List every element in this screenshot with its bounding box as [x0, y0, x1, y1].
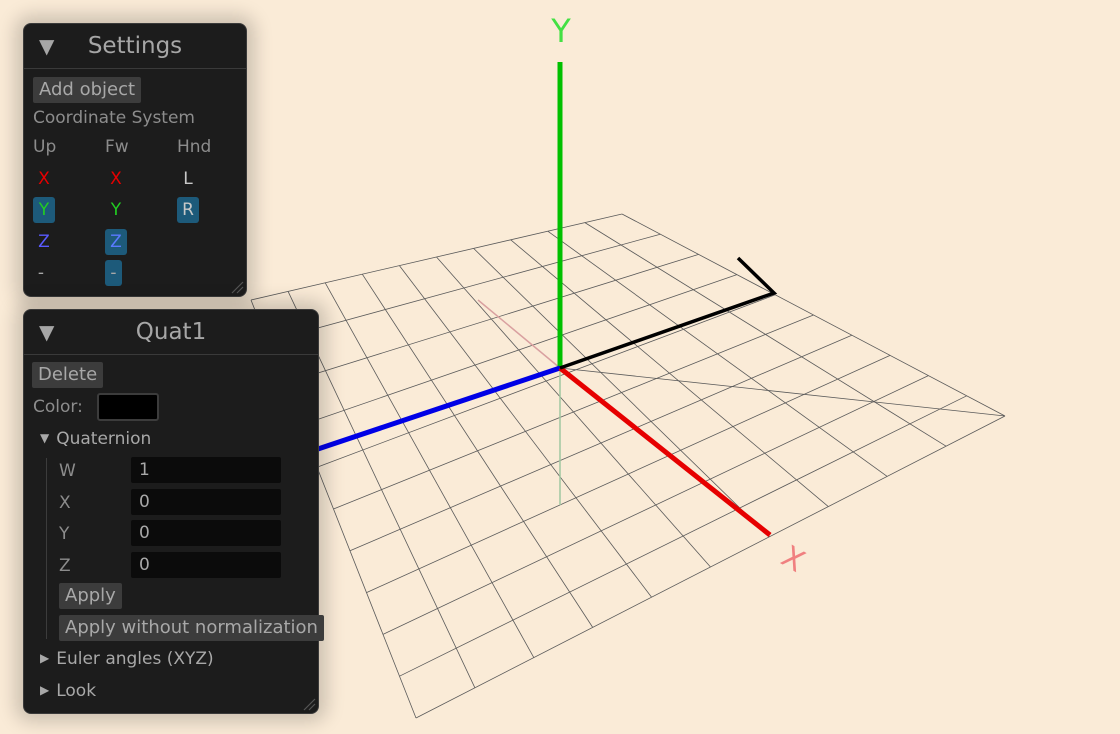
col-hnd-header: Hnd: [177, 137, 212, 157]
add-object-button[interactable]: Add object: [33, 77, 142, 103]
x-label: X: [59, 493, 71, 513]
collapsed-arrow-icon: ▶: [40, 651, 50, 665]
fw-option-none[interactable]: -: [105, 260, 122, 286]
apply-button[interactable]: Apply: [59, 583, 122, 609]
quat-titlebar[interactable]: ▼ Quat1: [24, 310, 318, 355]
look-header-label: Look: [56, 681, 97, 701]
ground-grid: [250, 213, 1006, 719]
resize-grip-icon[interactable]: [230, 280, 244, 294]
grid-line: [621, 213, 1006, 417]
fw-option-z[interactable]: Z: [105, 229, 127, 255]
axis-x-label: X: [775, 539, 810, 580]
z-input[interactable]: 0: [131, 552, 281, 578]
up-option-none[interactable]: -: [30, 260, 52, 286]
up-option-y[interactable]: Y: [33, 197, 55, 223]
euler-section-header[interactable]: ▶ Euler angles (XYZ): [40, 649, 214, 669]
axis-y-label: Y: [550, 12, 571, 50]
apply-without-normalization-button[interactable]: Apply without normalization: [59, 615, 324, 641]
color-swatch[interactable]: [97, 393, 159, 421]
y-label: Y: [59, 524, 70, 544]
col-up-header: Up: [33, 137, 57, 157]
up-option-x[interactable]: X: [33, 166, 55, 192]
resize-grip-icon[interactable]: [302, 697, 316, 711]
grid-line: [382, 375, 929, 635]
fw-option-y[interactable]: Y: [105, 197, 127, 223]
w-input[interactable]: 1: [131, 457, 281, 483]
settings-panel[interactable]: ▼ Settings Add object Coordinate System …: [23, 23, 247, 297]
grid-line: [366, 355, 891, 593]
quaternion-header-label: Quaternion: [56, 429, 152, 449]
grid-line: [415, 415, 1006, 719]
x-input[interactable]: 0: [131, 489, 281, 515]
grid-line: [333, 314, 814, 510]
y-input[interactable]: 0: [131, 520, 281, 546]
collapsed-arrow-icon: ▶: [40, 683, 50, 697]
fw-option-x[interactable]: X: [105, 166, 127, 192]
settings-titlebar[interactable]: ▼ Settings: [24, 24, 246, 69]
quat-panel[interactable]: ▼ Quat1 Delete Color: ▼ Quaternion W 1 X …: [23, 309, 324, 714]
hnd-option-r[interactable]: R: [177, 197, 199, 223]
grid-line: [584, 222, 947, 447]
color-label: Color:: [33, 397, 83, 417]
collapse-arrow-icon[interactable]: ▼: [39, 24, 54, 68]
grid-line: [399, 395, 967, 677]
grid-diagonal: [559, 367, 1006, 417]
euler-header-label: Euler angles (XYZ): [56, 649, 214, 669]
quat-object: [559, 256, 778, 370]
hnd-option-l[interactable]: L: [177, 166, 199, 192]
z-label: Z: [59, 556, 71, 576]
look-section-header[interactable]: ▶ Look: [40, 681, 96, 701]
delete-button[interactable]: Delete: [32, 362, 104, 388]
collapse-arrow-icon[interactable]: ▼: [39, 310, 54, 354]
coordinate-system-label: Coordinate System: [33, 108, 195, 128]
w-label: W: [59, 461, 76, 481]
grid-line: [473, 248, 770, 538]
quaternion-indent-line: [46, 458, 47, 639]
settings-title: Settings: [87, 33, 183, 59]
col-fw-header: Fw: [105, 137, 129, 157]
quaternion-section-header[interactable]: ▼ Quaternion: [40, 429, 151, 449]
quat-title: Quat1: [135, 319, 207, 345]
expanded-arrow-icon: ▼: [40, 431, 50, 445]
grid-line: [349, 334, 852, 552]
up-option-z[interactable]: Z: [33, 229, 55, 255]
axis-x: [558, 366, 772, 537]
